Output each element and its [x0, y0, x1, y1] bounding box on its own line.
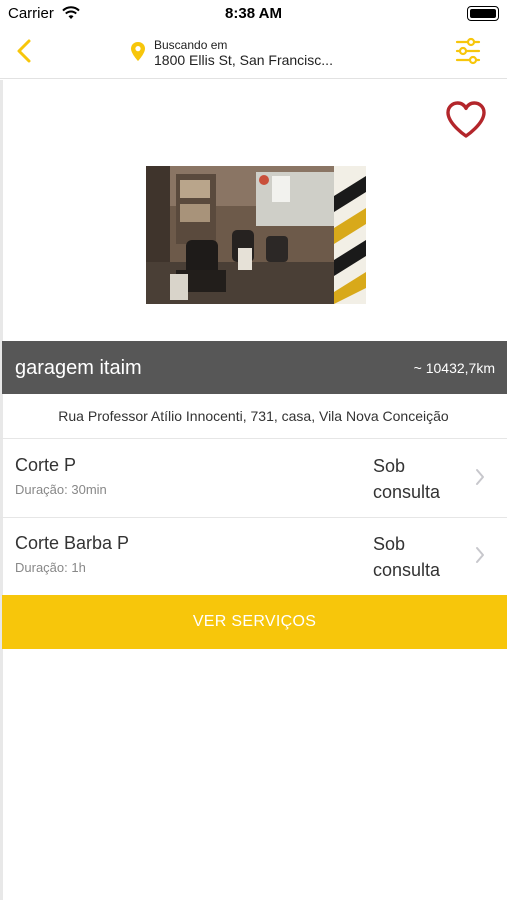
service-price-line2: consulta [373, 482, 441, 502]
clock: 8:38 AM [225, 5, 282, 22]
service-row[interactable]: Corte Barba P Duração: 1h Sob consulta [0, 517, 507, 596]
service-duration: Duração: 1h [15, 560, 86, 575]
shop-name: garagem itaim [15, 357, 142, 379]
back-chevron-icon[interactable] [10, 36, 38, 66]
status-bar: Carrier 8:38 AM [0, 0, 507, 28]
service-price-line1: Sob [373, 534, 406, 554]
location-label: Buscando em [154, 38, 228, 52]
service-title: Corte Barba P [15, 533, 130, 553]
shop-photo [146, 166, 366, 304]
navigation-bar: Buscando em 1800 Ellis St, San Francisc.… [0, 28, 507, 79]
service-row[interactable]: Corte P Duração: 30min Sob consulta [0, 439, 507, 518]
location-pin-icon [131, 42, 145, 61]
shop-name-bar: garagem itaim ~ 10432,7km [2, 341, 507, 394]
service-title: Corte P [15, 455, 77, 475]
chevron-right-icon [476, 469, 484, 485]
shop-address: Rua Professor Atílio Innocenti, 731, cas… [0, 394, 507, 439]
battery-icon [467, 6, 499, 21]
view-services-button[interactable]: VER SERVIÇOS [2, 595, 507, 649]
service-price-line2: consulta [373, 560, 441, 580]
shop-distance: ~ 10432,7km [413, 360, 495, 376]
chevron-right-icon [476, 547, 484, 563]
location-address[interactable]: 1800 Ellis St, San Francisc... [154, 52, 333, 68]
service-price: Sob consulta [373, 531, 463, 583]
filter-sliders-icon[interactable] [455, 37, 481, 65]
favorite-heart-icon[interactable] [445, 100, 487, 140]
service-price: Sob consulta [373, 453, 463, 505]
service-price-line1: Sob [373, 456, 406, 476]
service-duration: Duração: 30min [15, 482, 107, 497]
